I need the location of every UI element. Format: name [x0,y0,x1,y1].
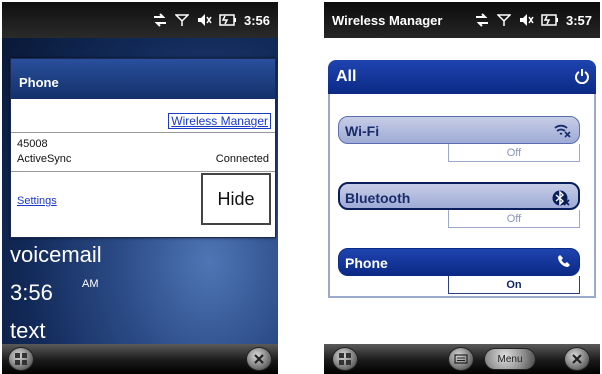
settings-link[interactable]: Settings [17,195,57,207]
start-button[interactable] [8,347,34,371]
all-toggle[interactable]: All [328,60,596,94]
wireless-manager-link[interactable]: Wireless Manager [168,113,271,129]
all-label: All [336,68,357,85]
bluetooth-card: Bluetooth Off [328,160,596,228]
divider [11,171,275,172]
wifi-toggle[interactable]: Wi-Fi [338,116,580,144]
phone-toggle[interactable]: Phone [338,248,580,276]
keyboard-button[interactable] [448,347,474,371]
close-button[interactable] [246,347,272,371]
wifi-off-icon [553,122,571,141]
home-clock-ampm: AM [82,278,99,290]
hide-button[interactable]: Hide [201,173,271,225]
text-item[interactable]: text [10,318,45,344]
keyboard-icon [454,354,468,364]
soft-key-bar: Menu [324,344,600,374]
windows-logo-icon [339,353,351,365]
app-title: Wireless Manager [332,12,443,28]
status-bar: 3:56 [2,2,278,38]
phone-dialog: Phone Wireless Manager 45008 ActiveSync … [10,58,276,238]
battery-icon[interactable] [219,13,237,27]
battery-icon[interactable] [541,13,559,27]
voicemail-item[interactable]: voicemail [10,242,102,268]
bluetooth-toggle[interactable]: Bluetooth [338,182,580,210]
dialog-title: Phone [11,59,275,99]
phone-state: On [448,276,580,294]
signal-icon[interactable] [174,13,189,27]
data-connection-icon[interactable] [152,13,168,27]
close-icon [572,354,582,364]
status-bar: Wireless Manager 3:57 [324,2,600,38]
volume-icon[interactable] [196,13,212,27]
start-button[interactable] [332,347,358,371]
phone-icon [557,254,571,271]
activesync-status: Connected [215,153,269,165]
home-clock[interactable]: 3:56 [10,280,53,306]
data-connection-icon[interactable] [474,13,490,27]
close-button[interactable] [564,347,590,371]
phone-home-screen: 3:56 Phone Wireless Manager 45008 Active… [2,2,278,374]
bluetooth-label: Bluetooth [345,190,411,206]
activesync-label: ActiveSync [17,153,72,165]
wireless-manager-screen: Wireless Manager 3:57 All Wi-Fi Off Blue… [324,2,600,374]
status-clock[interactable]: 3:56 [244,13,270,28]
power-icon [574,68,590,89]
menu-button[interactable]: Menu [484,348,536,370]
divider [11,132,275,133]
volume-icon[interactable] [518,13,534,27]
close-icon [254,354,264,364]
status-clock[interactable]: 3:57 [566,13,592,28]
signal-icon[interactable] [496,13,511,27]
wifi-label: Wi-Fi [345,123,380,139]
windows-logo-icon [15,353,27,365]
wifi-card: Wi-Fi Off [328,94,596,162]
phone-card: Phone On [328,226,596,298]
bluetooth-off-icon [552,189,570,210]
soft-key-bar [2,344,278,374]
operator-name: 45008 [17,138,48,150]
phone-label: Phone [345,255,388,271]
